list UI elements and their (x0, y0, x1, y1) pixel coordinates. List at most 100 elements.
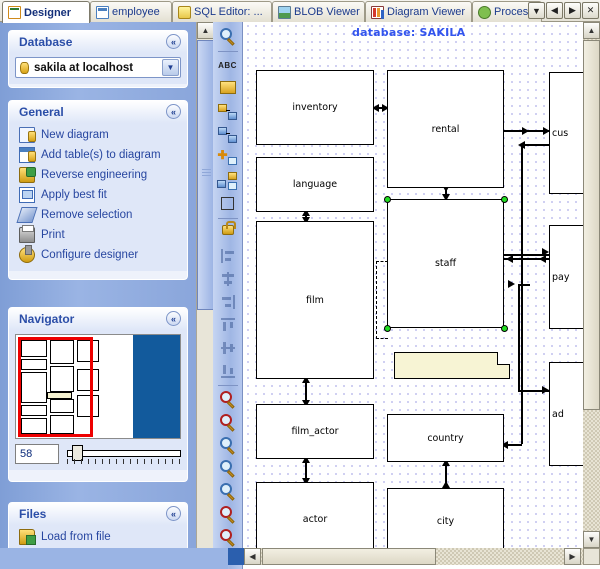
table-node-address[interactable]: ad (549, 362, 583, 466)
table-node-film[interactable]: film (256, 221, 374, 379)
collapse-icon[interactable]: « (166, 104, 181, 119)
sidebar-item-reverse-engineering[interactable]: Reverse engineering (15, 165, 181, 185)
zoom-fit-tool-button[interactable] (217, 458, 239, 480)
table-node-actor[interactable]: actor (256, 482, 374, 548)
table-label: city (436, 516, 455, 527)
align-right-icon (221, 295, 235, 309)
connector-arrow (539, 255, 546, 263)
table-node-payment[interactable]: pay (549, 225, 583, 329)
navigator-panel-header[interactable]: Navigator « (9, 308, 187, 330)
database-select[interactable]: sakila at localhost ▼ (15, 57, 181, 78)
sidebar-scrollbar[interactable]: ▲ (196, 22, 214, 569)
table-small-icon (216, 180, 226, 188)
best-fit-icon (19, 187, 35, 203)
scroll-right-button[interactable]: ▶ (564, 548, 581, 565)
tab-list-dropdown-button[interactable]: ▼ (528, 2, 545, 19)
connector-arrow (522, 127, 529, 135)
magnifier-handle-icon (226, 470, 235, 478)
collapse-icon[interactable]: « (166, 506, 181, 521)
align-left-tool-button[interactable] (217, 245, 239, 267)
table-node-city[interactable]: city (387, 488, 504, 548)
tab-close-button[interactable]: ✕ (582, 2, 599, 19)
align-top-tool-button[interactable] (217, 314, 239, 336)
tab-blob-viewer[interactable]: BLOB Viewer (272, 1, 365, 22)
sidebar-item-add-tables[interactable]: Add table(s) to diagram (15, 145, 181, 165)
crop-tool-button[interactable] (217, 193, 239, 215)
zoom-slider[interactable] (67, 444, 181, 464)
tab-scroll-right-button[interactable]: ▶ (564, 2, 581, 19)
align-center-h-tool-button[interactable] (217, 268, 239, 290)
zoom-actual-tool-button[interactable] (217, 435, 239, 457)
table-node-film-actor[interactable]: film_actor (256, 404, 374, 459)
canvas-hscroll-thumb[interactable] (262, 548, 436, 565)
scroll-up-button[interactable]: ▲ (583, 22, 600, 39)
table-node-language[interactable]: language (256, 157, 374, 212)
link-table-tool-button[interactable] (217, 124, 239, 146)
zoom-in-tool-button[interactable] (217, 389, 239, 411)
scroll-down-button[interactable]: ▼ (583, 531, 600, 548)
align-bottom-tool-button[interactable] (217, 360, 239, 382)
sidebar-item-print[interactable]: Print (15, 225, 181, 245)
zoom-value-input[interactable]: 58 (15, 444, 59, 464)
navigator-viewport[interactable] (18, 337, 93, 437)
table-node-inventory[interactable]: inventory (256, 70, 374, 145)
select-tool-button[interactable] (217, 26, 239, 48)
note-shape[interactable] (394, 352, 510, 379)
canvas-vertical-scrollbar[interactable]: ▲ ▼ (583, 22, 600, 548)
selection-handle[interactable] (501, 325, 508, 332)
relation-tool-button[interactable] (216, 170, 239, 192)
table-label: pay (552, 271, 570, 283)
link-note-tool-button[interactable] (217, 101, 239, 123)
align-right-tool-button[interactable] (217, 291, 239, 313)
zoom-out-tool-button[interactable] (217, 412, 239, 434)
navigator-thumbnail[interactable] (15, 334, 181, 439)
resize-grip[interactable] (583, 548, 600, 565)
files-panel-header[interactable]: Files « (9, 503, 187, 525)
tab-scroll-left-button[interactable]: ◀ (546, 2, 563, 19)
collapse-icon[interactable]: « (166, 34, 181, 49)
toolbar-divider (217, 51, 238, 52)
connector (518, 284, 530, 286)
canvas-vscroll-thumb[interactable] (583, 40, 600, 410)
tab-diagram-viewer[interactable]: Diagram Viewer (365, 1, 472, 22)
lock-tool-button[interactable] (217, 221, 239, 244)
sidebar-item-load-from-file[interactable]: Load from file (15, 527, 181, 547)
align-middle-tool-button[interactable] (217, 337, 239, 359)
table-node-rental[interactable]: rental (387, 70, 504, 188)
chevron-down-icon: ▼ (587, 535, 596, 544)
selection-handle[interactable] (384, 196, 391, 203)
add-table-icon (19, 147, 36, 163)
sidebar-item-configure-designer[interactable]: Configure designer (15, 245, 181, 265)
zoom-width-tool-button[interactable] (217, 504, 239, 526)
text-tool-button[interactable]: ABC (217, 55, 239, 77)
collapse-icon[interactable]: « (166, 311, 181, 326)
reverse-engineering-icon (19, 167, 36, 183)
chevron-down-icon[interactable]: ▼ (162, 59, 179, 76)
tab-designer[interactable]: Designer (2, 1, 90, 23)
designer-window: Designer employee SQL Editor: ... BLOB V… (0, 0, 600, 569)
tab-employee[interactable]: employee (90, 1, 172, 22)
canvas-horizontal-scrollbar[interactable]: ◀ ▶ (244, 548, 583, 565)
table-node-customer[interactable]: cus (549, 72, 583, 194)
database-panel-header[interactable]: Database « (9, 31, 187, 53)
table-node-staff[interactable]: staff (387, 199, 504, 328)
sidebar-item-apply-best-fit[interactable]: Apply best fit (15, 185, 181, 205)
table-node-country[interactable]: country (387, 414, 504, 462)
tab-sql-editor[interactable]: SQL Editor: ... (172, 1, 272, 22)
general-panel-header[interactable]: General « (9, 101, 187, 123)
scroll-left-button[interactable]: ◀ (244, 548, 261, 565)
align-top-icon (220, 318, 235, 332)
add-object-tool-button[interactable]: ✚ (217, 147, 239, 169)
scroll-up-button[interactable]: ▲ (197, 22, 214, 39)
sidebar-item-new-diagram[interactable]: New diagram (15, 125, 181, 145)
panel-title: General (19, 105, 64, 119)
sidebar-item-remove-selection[interactable]: Remove selection (15, 205, 181, 225)
selection-handle[interactable] (384, 325, 391, 332)
zoom-height-tool-button[interactable] (217, 527, 239, 549)
selection-handle[interactable] (501, 196, 508, 203)
diagram-canvas[interactable]: database: SAKILA inventory language film… (244, 22, 583, 548)
zoom-selection-tool-button[interactable] (217, 481, 239, 503)
sidebar-scrollbar-thumb[interactable] (197, 40, 214, 310)
note-tool-button[interactable] (217, 78, 239, 100)
tab-bar: Designer employee SQL Editor: ... BLOB V… (0, 0, 600, 23)
